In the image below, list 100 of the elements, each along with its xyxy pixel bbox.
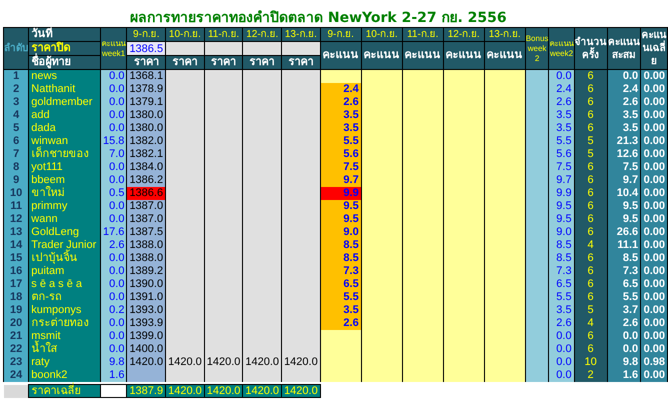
column-header: 10-ก.ย. <box>166 28 204 42</box>
column-header: คะแนน week1 <box>100 28 127 70</box>
score-cell: 6.5 <box>320 278 362 290</box>
table-cell: 6 <box>574 174 608 186</box>
table-cell: 6 <box>574 342 608 356</box>
rank-cell: 7 <box>4 148 29 160</box>
rank-cell: 11 <box>4 200 29 212</box>
name-cell: boonk2 <box>28 368 100 382</box>
name-cell: Natthanit <box>28 82 100 96</box>
score-cell: 3.5 <box>320 122 362 134</box>
column-header: ราคาปิด <box>28 42 100 56</box>
name-cell: yot111 <box>28 160 100 174</box>
score-cell: 2.4 <box>320 82 362 96</box>
column-header: คะแนน <box>443 42 484 70</box>
score-cell: 8.5 <box>320 252 362 264</box>
column-header: 11-ก.ย. <box>402 28 444 42</box>
table-cell: 4 <box>574 238 608 252</box>
name-cell: ขาใหม่ <box>28 186 100 200</box>
name-cell: เด็กชายของ <box>28 148 100 160</box>
average-price-cell: 1420.0 <box>282 384 320 398</box>
price-cell: 1391.0 <box>126 290 166 304</box>
name-cell: กระต่ายทอง <box>28 316 100 330</box>
rank-cell: 14 <box>4 238 29 252</box>
average-price-cell: 1420.0 <box>242 384 282 398</box>
name-cell: primmy <box>28 200 100 212</box>
price-cell: 1399.0 <box>126 330 166 342</box>
price-cell: 1387.5 <box>126 226 166 238</box>
price-cell: 1388.0 <box>126 238 166 252</box>
score-cell: 7.5 <box>320 160 362 174</box>
price-cell: 1380.0 <box>126 108 166 122</box>
score-cell: 3.5 <box>320 304 362 316</box>
rank-cell: 5 <box>4 122 29 134</box>
table-cell: 6 <box>574 212 608 226</box>
price-cell: 1420.0 <box>204 356 243 368</box>
table-cell: 6 <box>574 252 608 264</box>
column-header: คะแนน <box>320 42 362 70</box>
score-cell: 3.5 <box>320 108 362 122</box>
name-cell: add <box>28 108 100 122</box>
price-cell: 1386.6 <box>126 186 166 200</box>
score-cell: 8.5 <box>320 238 362 252</box>
score-cell: 2.6 <box>320 96 362 108</box>
column-header: คะแนน <box>402 42 444 70</box>
column-header: คะแนนสะสม <box>607 28 641 70</box>
column-header: ชื่อผู้ทาย <box>28 56 100 70</box>
name-cell: winwan <box>28 134 100 148</box>
table-cell: 5 <box>574 304 608 316</box>
price-cell: 1420.0 <box>282 356 320 368</box>
rank-cell: 12 <box>4 212 29 226</box>
name-cell: news <box>28 70 100 82</box>
column-header: ราคา <box>126 56 166 70</box>
column-header: ราคา <box>242 56 282 70</box>
price-cell: 1393.0 <box>126 304 166 316</box>
column-header: 9-ก.ย. <box>320 28 362 42</box>
score-cell: 9.7 <box>320 174 362 186</box>
score-cell: 9.5 <box>320 200 362 212</box>
rank-cell: 21 <box>4 330 29 342</box>
table-cell: 6 <box>574 160 608 174</box>
name-cell: ตก-รถ <box>28 290 100 304</box>
name-cell: kumponys <box>28 304 100 316</box>
column-header: จำนวนครั้ง <box>574 28 608 70</box>
table-cell: 2 <box>574 368 608 382</box>
table-cell: 6 <box>574 264 608 278</box>
column-header: 9-ก.ย. <box>126 28 166 42</box>
column-header: ราคา <box>204 56 243 70</box>
table-cell: 6 <box>574 278 608 290</box>
name-cell: dada <box>28 122 100 134</box>
table-cell: 10 <box>574 356 608 368</box>
table-cell: 6 <box>574 96 608 108</box>
score-cell: 9.9 <box>320 186 362 200</box>
price-cell: 1387.0 <box>126 200 166 212</box>
close-price-cell: 1386.5 <box>126 42 166 56</box>
score-cell: 9.0 <box>320 226 362 238</box>
column-header: ลำดับ <box>4 28 29 70</box>
price-cell: 1379.1 <box>126 96 166 108</box>
price-cell: 1388.0 <box>126 252 166 264</box>
column-header: คะแนนเฉลี่ย <box>640 28 668 70</box>
rank-cell: 22 <box>4 342 29 356</box>
price-cell: 1378.9 <box>126 82 166 96</box>
rank-cell: 9 <box>4 174 29 186</box>
column-header: 12-ก.ย. <box>242 28 282 42</box>
price-cell: 1380.0 <box>126 122 166 134</box>
column-header: วันที่ <box>28 28 100 42</box>
rank-cell: 3 <box>4 96 29 108</box>
rank-cell: 16 <box>4 264 29 278</box>
price-cell: 1368.1 <box>126 70 166 82</box>
name-cell: bbeem <box>28 174 100 186</box>
column-header: คะแนน <box>361 42 402 70</box>
table-cell: 6 <box>574 186 608 200</box>
rank-cell: 10 <box>4 186 29 200</box>
table-cell: 6 <box>574 226 608 238</box>
price-cell: 1420.0 <box>242 356 282 368</box>
rank-cell: 2 <box>4 82 29 96</box>
rank-cell: 15 <box>4 252 29 264</box>
price-cell: 1387.0 <box>126 212 166 226</box>
column-header: 13-ก.ย. <box>484 28 526 42</box>
table-cell: 6 <box>574 330 608 342</box>
name-cell: s ē a s ē a <box>28 278 100 290</box>
name-cell: goldmember <box>28 96 100 108</box>
rank-cell: 20 <box>4 316 29 330</box>
table-cell: 6 <box>574 200 608 212</box>
